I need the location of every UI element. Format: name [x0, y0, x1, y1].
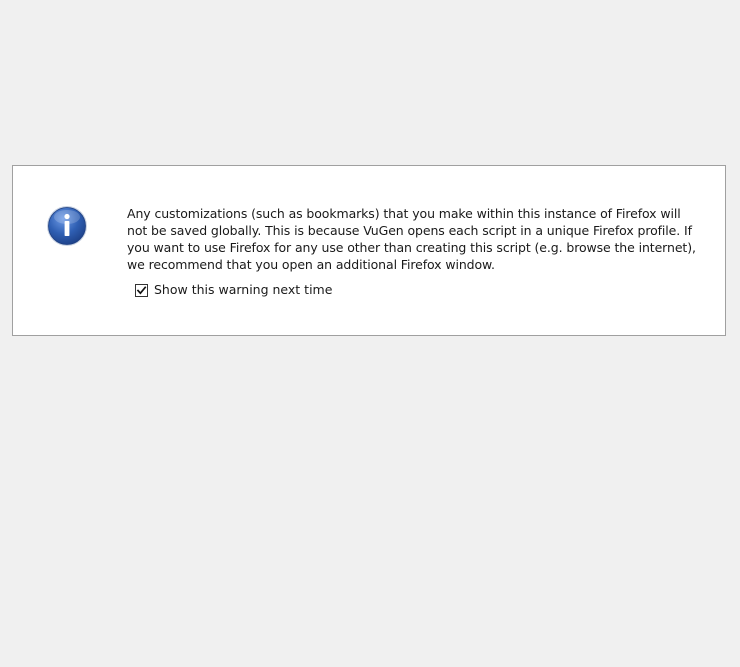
show-warning-checkbox[interactable]: [135, 283, 148, 297]
show-warning-label[interactable]: Show this warning next time: [154, 282, 332, 298]
show-warning-option[interactable]: Show this warning next time: [135, 282, 332, 298]
info-icon: [46, 205, 88, 247]
warning-message: Any customizations (such as bookmarks) t…: [127, 206, 696, 272]
checkmark-icon: [136, 285, 147, 294]
warning-panel: Any customizations (such as bookmarks) t…: [12, 165, 726, 336]
